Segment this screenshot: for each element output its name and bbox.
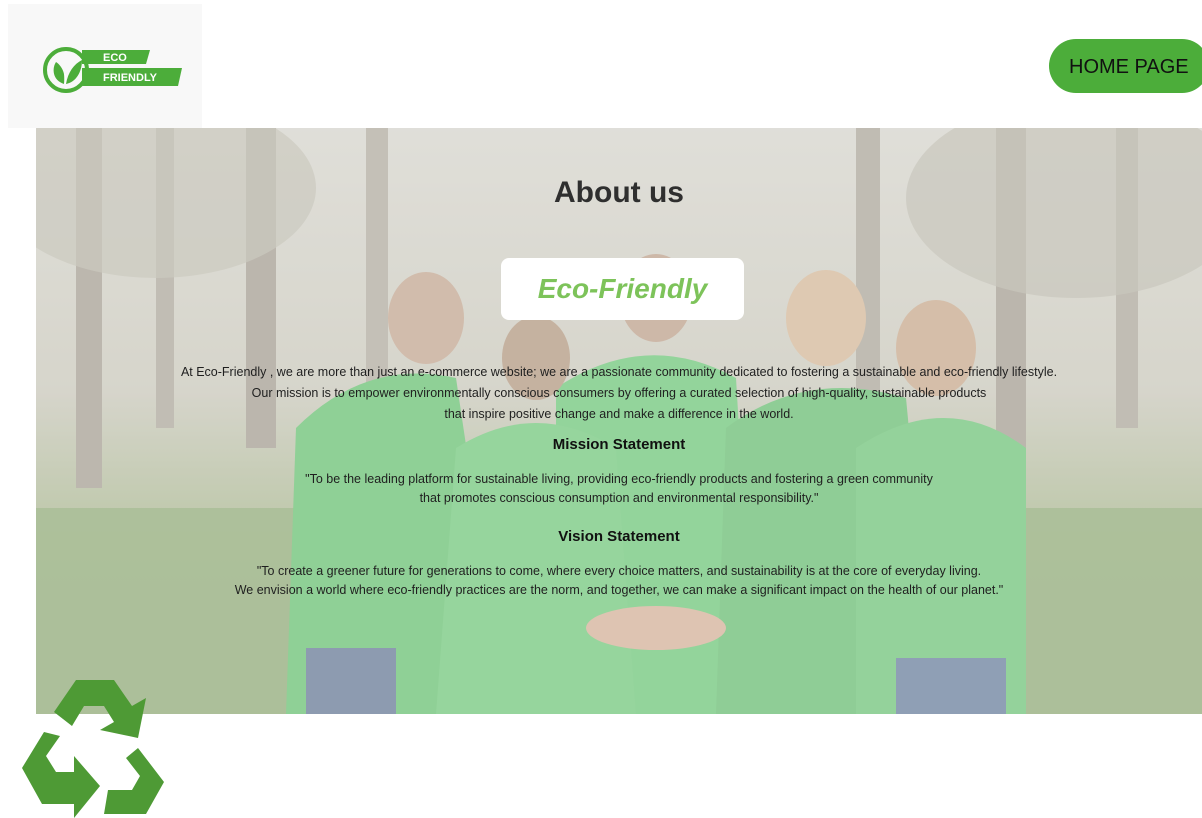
intro-line: that inspire positive change and make a … <box>444 407 794 421</box>
logo-area[interactable]: ECO FRIENDLY <box>8 4 202 128</box>
recycle-icon <box>22 680 164 818</box>
mission-line: "To be the leading platform for sustaina… <box>305 472 933 486</box>
intro-line: Our mission is to empower environmentall… <box>251 386 987 400</box>
brand-badge: Eco-Friendly <box>501 258 744 320</box>
svg-text:FRIENDLY: FRIENDLY <box>103 72 158 84</box>
leaf-logo-icon <box>53 60 82 84</box>
svg-text:ECO: ECO <box>103 52 127 64</box>
intro-paragraph: At Eco-Friendly , we are more than just … <box>36 362 1202 425</box>
vision-heading: Vision Statement <box>558 528 680 545</box>
home-page-button[interactable]: HOME PAGE <box>1049 39 1202 93</box>
about-page: ECO FRIENDLY HOME PAGE About us Eco-Frie… <box>0 0 1202 818</box>
page-title: About us <box>554 176 684 209</box>
vision-text: "To create a greener future for generati… <box>36 562 1202 600</box>
vision-line: "To create a greener future for generati… <box>256 564 982 578</box>
mission-text: "To be the leading platform for sustaina… <box>36 470 1202 508</box>
eco-friendly-logo: ECO FRIENDLY <box>43 47 182 93</box>
vision-line: We envision a world where eco-friendly p… <box>234 583 1004 597</box>
mission-line: that promotes conscious consumption and … <box>419 491 819 505</box>
intro-line: At Eco-Friendly , we are more than just … <box>180 365 1058 379</box>
mission-heading: Mission Statement <box>552 436 686 453</box>
